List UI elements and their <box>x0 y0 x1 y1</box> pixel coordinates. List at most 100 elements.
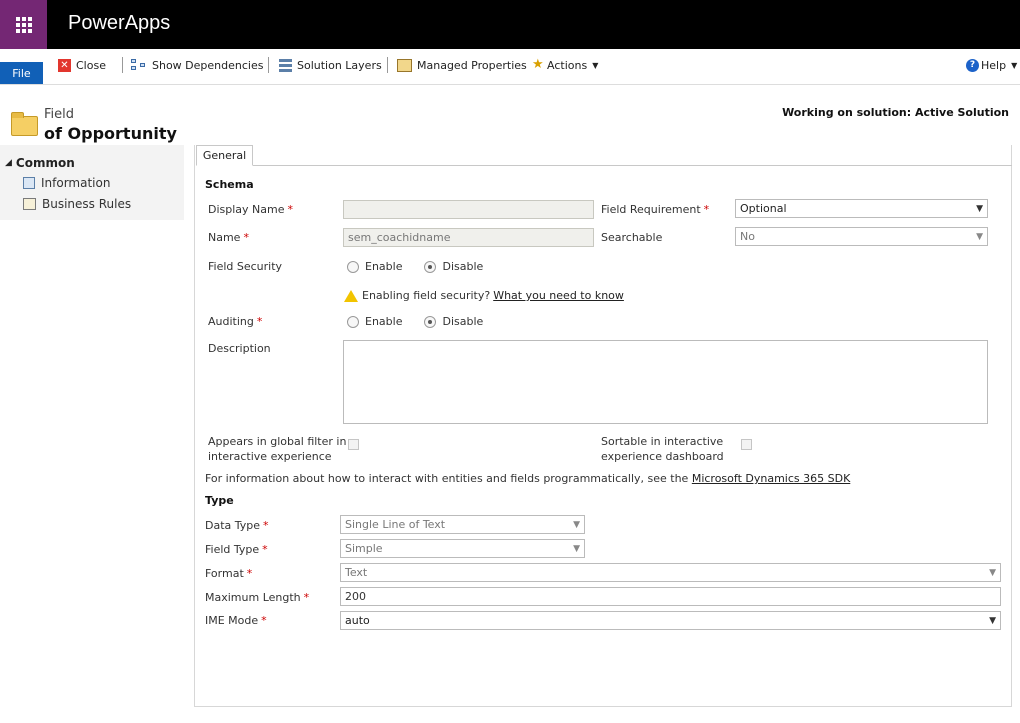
enable-label: Enable <box>365 315 403 328</box>
field-security-label: Field Security <box>208 260 283 273</box>
app-launcher-icon[interactable] <box>0 0 47 49</box>
solution-indicator: Working on solution: Active Solution <box>782 106 1009 119</box>
description-label: Description <box>208 342 271 355</box>
type-section-title: Type <box>205 494 234 507</box>
name-input[interactable]: sem_coachidname <box>343 228 594 247</box>
dropdown-arrow-icon: ▼ <box>573 543 580 554</box>
chevron-down-icon: ▼ <box>1011 60 1018 70</box>
sortable-label: Sortable in interactive experience dashb… <box>601 434 724 464</box>
show-dependencies-button[interactable]: Show Dependencies <box>131 55 263 75</box>
maximum-length-input[interactable]: 200 <box>340 587 1001 606</box>
ime-mode-label: IME Mode * <box>205 614 267 627</box>
field-security-disable-radio[interactable] <box>424 260 437 273</box>
collapse-triangle-icon: ◢ <box>5 158 12 168</box>
field-security-enable-radio[interactable] <box>347 260 359 273</box>
tab-general[interactable]: General <box>196 145 253 166</box>
field-requirement-select[interactable]: Optional ▼ <box>735 199 988 218</box>
name-label: Name * <box>208 231 249 244</box>
help-label: Help <box>981 58 1007 72</box>
field-security-options: Enable Disable <box>347 260 483 273</box>
nav-group-label: Common <box>15 156 75 170</box>
field-requirement-label: Field Requirement * <box>601 203 710 216</box>
enable-label: Enable <box>365 260 403 273</box>
warning-icon <box>344 289 358 302</box>
field-security-warning: Enabling field security? What you need t… <box>344 289 624 302</box>
ribbon-separator <box>268 57 269 73</box>
field-type-select[interactable]: Simple ▼ <box>340 539 585 558</box>
nav-group-common[interactable]: ◢ Common <box>5 156 75 170</box>
managed-properties-icon <box>397 58 412 72</box>
managed-properties-button[interactable]: Managed Properties <box>397 55 527 75</box>
tab-divider <box>253 165 1012 166</box>
global-filter-label-line2: interactive experience <box>208 450 332 463</box>
dependencies-icon <box>131 59 147 71</box>
record-type: Field <box>44 107 75 122</box>
solution-layers-button[interactable]: Solution Layers <box>279 55 382 75</box>
ribbon-separator <box>387 57 388 73</box>
ime-mode-select[interactable]: auto ▼ <box>340 611 1001 630</box>
sortable-label-line1: Sortable in interactive <box>601 435 724 448</box>
sdk-info: For information about how to interact wi… <box>205 472 850 485</box>
auditing-enable-radio[interactable] <box>347 315 359 328</box>
dropdown-arrow-icon: ▼ <box>976 231 983 242</box>
what-you-need-to-know-link[interactable]: What you need to know <box>493 289 624 302</box>
auditing-label: Auditing * <box>208 315 263 328</box>
data-type-label: Data Type * <box>205 519 269 532</box>
global-filter-checkbox[interactable] <box>348 439 359 450</box>
folder-icon <box>11 112 38 136</box>
schema-section-title: Schema <box>205 178 254 191</box>
warning-text: Enabling field security? <box>362 289 491 302</box>
nav-item-label: Information <box>41 176 111 190</box>
close-button[interactable]: ✕ Close <box>58 55 106 75</box>
app-title[interactable]: PowerApps <box>68 12 170 35</box>
nav-item-information[interactable]: Information <box>23 176 110 190</box>
dropdown-arrow-icon: ▼ <box>976 203 983 214</box>
actions-icon: ★ <box>532 57 544 72</box>
ime-mode-value: auto <box>345 614 370 627</box>
display-name-input[interactable] <box>343 200 594 219</box>
actions-label: Actions <box>547 58 588 72</box>
auditing-options: Enable Disable <box>347 315 483 328</box>
global-filter-label-line1: Appears in global filter in <box>208 435 347 448</box>
solution-layers-label: Solution Layers <box>297 58 382 72</box>
dropdown-arrow-icon: ▼ <box>989 615 996 626</box>
searchable-label: Searchable <box>601 231 663 244</box>
dropdown-arrow-icon: ▼ <box>989 567 996 578</box>
format-select[interactable]: Text ▼ <box>340 563 1001 582</box>
description-textarea[interactable] <box>343 340 988 424</box>
page-title: of Opportunity <box>44 124 177 143</box>
disable-label: Disable <box>442 260 484 273</box>
searchable-value: No <box>740 230 755 243</box>
help-menu-button[interactable]: ? Help ▼ <box>966 55 1017 75</box>
close-icon: ✕ <box>58 58 71 72</box>
maximum-length-label: Maximum Length * <box>205 591 310 604</box>
auditing-disable-radio[interactable] <box>424 315 437 328</box>
layers-icon <box>279 58 292 72</box>
disable-label: Disable <box>442 315 484 328</box>
data-type-select[interactable]: Single Line of Text ▼ <box>340 515 585 534</box>
information-icon <box>23 177 35 189</box>
chevron-down-icon: ▼ <box>592 60 599 70</box>
format-label: Format * <box>205 567 253 580</box>
field-type-value: Simple <box>345 542 383 555</box>
display-name-label: Display Name * <box>208 203 293 216</box>
searchable-select[interactable]: No ▼ <box>735 227 988 246</box>
close-label: Close <box>76 58 106 72</box>
help-icon: ? <box>966 58 979 72</box>
business-rules-icon <box>23 198 36 210</box>
global-filter-label: Appears in global filter in interactive … <box>208 434 346 464</box>
dynamics-sdk-link[interactable]: Microsoft Dynamics 365 SDK <box>692 472 850 485</box>
file-button[interactable]: File <box>0 62 43 84</box>
command-ribbon: File ✕ Close Show Dependencies Solution … <box>0 49 1020 85</box>
field-requirement-value: Optional <box>740 202 787 215</box>
actions-menu-button[interactable]: ★ Actions ▼ <box>532 55 598 75</box>
sortable-checkbox[interactable] <box>741 439 752 450</box>
sdk-info-text: For information about how to interact wi… <box>205 472 689 485</box>
format-value: Text <box>345 566 368 579</box>
field-type-label: Field Type * <box>205 543 268 556</box>
dropdown-arrow-icon: ▼ <box>573 519 580 530</box>
ribbon-separator <box>122 57 123 73</box>
show-dependencies-label: Show Dependencies <box>152 58 264 72</box>
nav-item-business-rules[interactable]: Business Rules <box>23 197 131 211</box>
data-type-value: Single Line of Text <box>345 518 446 531</box>
